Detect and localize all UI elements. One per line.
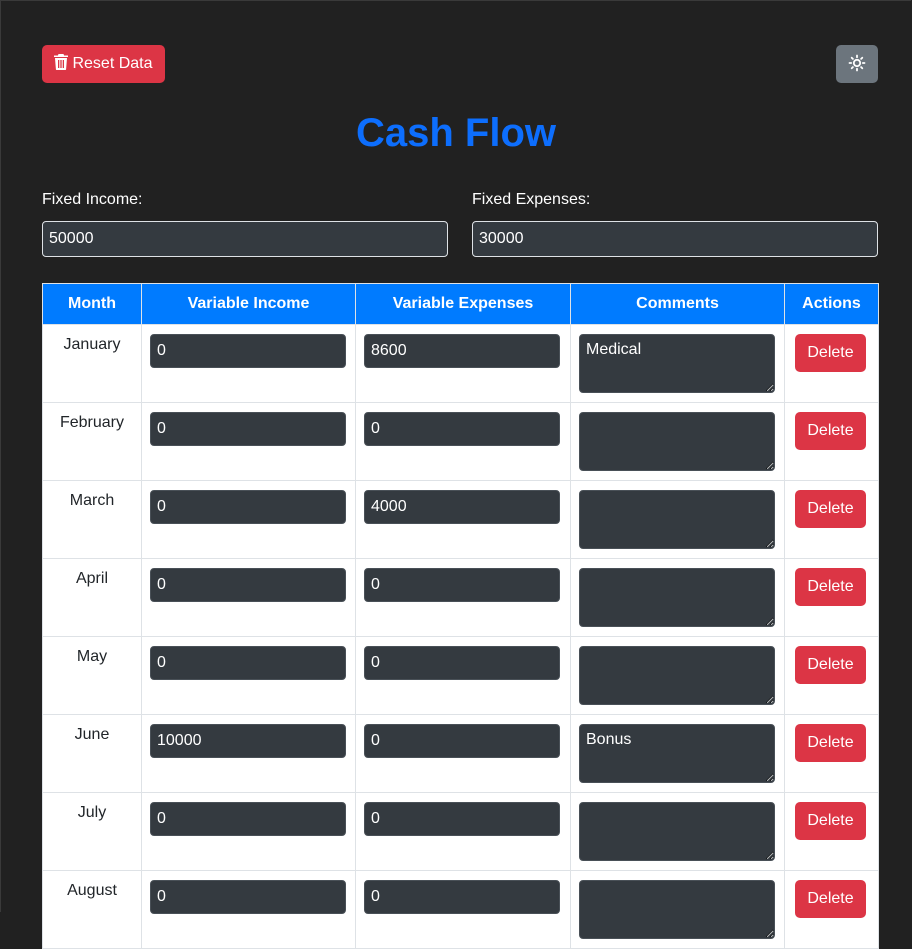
actions-cell: Delete [784,480,879,559]
variable-income-cell [141,870,356,949]
comments-textarea[interactable] [579,880,775,939]
actions-cell: Delete [784,636,879,715]
variable-expenses-input[interactable] [364,490,560,524]
variable-income-input[interactable] [150,724,346,758]
delete-button[interactable]: Delete [795,880,866,918]
table-header-row: Month Variable Income Variable Expenses … [42,283,879,325]
table-row: July Delete [42,792,879,871]
variable-expenses-cell [355,870,571,949]
delete-button[interactable]: Delete [795,646,866,684]
delete-button[interactable]: Delete [795,802,866,840]
delete-button[interactable]: Delete [795,490,866,528]
variable-income-input[interactable] [150,880,346,914]
comments-textarea[interactable]: Medical [579,334,775,393]
actions-cell: Delete [784,870,879,949]
variable-expenses-cell [355,714,571,793]
delete-button[interactable]: Delete [795,724,866,762]
table-row: January Medical Delete [42,324,879,403]
variable-expenses-input[interactable] [364,802,560,836]
table-row: April Delete [42,558,879,637]
variable-expenses-input[interactable] [364,724,560,758]
variable-expenses-input[interactable] [364,880,560,914]
comments-cell: Medical [570,324,785,403]
fixed-expenses-label: Fixed Expenses: [472,191,591,208]
trash-icon [54,53,69,75]
table-row: June Bonus Delete [42,714,879,793]
comments-textarea[interactable] [579,568,775,627]
variable-income-cell [141,636,356,715]
table-row: March Delete [42,480,879,559]
actions-cell: Delete [784,792,879,871]
table-row: February Delete [42,402,879,481]
theme-toggle-button[interactable] [836,45,878,83]
variable-income-input[interactable] [150,334,346,368]
fixed-income-input[interactable] [42,221,448,257]
variable-expenses-cell [355,324,571,403]
variable-expenses-cell [355,402,571,481]
variable-expenses-cell [355,792,571,871]
variable-income-cell [141,714,356,793]
month-cell: January [42,324,142,403]
table-row: May Delete [42,636,879,715]
variable-income-input[interactable] [150,490,346,524]
comments-textarea[interactable] [579,646,775,705]
month-cell: April [42,558,142,637]
variable-expenses-input[interactable] [364,412,560,446]
variable-expenses-input[interactable] [364,334,560,368]
comments-textarea[interactable]: Bonus [579,724,775,783]
variable-income-cell [141,402,356,481]
comments-cell: Bonus [570,714,785,793]
month-cell: May [42,636,142,715]
comments-cell [570,480,785,559]
variable-expenses-cell [355,558,571,637]
variable-expenses-cell [355,636,571,715]
comments-cell [570,870,785,949]
reset-data-button[interactable]: Reset Data [42,45,165,83]
cash-flow-table: Month Variable Income Variable Expenses … [42,283,879,949]
column-header-month: Month [42,283,142,325]
comments-textarea[interactable] [579,802,775,861]
actions-cell: Delete [784,558,879,637]
month-cell: July [42,792,142,871]
column-header-comments: Comments [570,283,785,325]
delete-button[interactable]: Delete [795,568,866,606]
actions-cell: Delete [784,402,879,481]
comments-cell [570,636,785,715]
variable-income-cell [141,792,356,871]
variable-expenses-cell [355,480,571,559]
variable-income-input[interactable] [150,568,346,602]
actions-cell: Delete [784,324,879,403]
comments-cell [570,402,785,481]
variable-income-input[interactable] [150,802,346,836]
variable-expenses-input[interactable] [364,568,560,602]
variable-income-cell [141,324,356,403]
month-cell: August [42,870,142,949]
delete-button[interactable]: Delete [795,412,866,450]
table-row: August Delete [42,870,879,949]
comments-textarea[interactable] [579,490,775,549]
month-cell: February [42,402,142,481]
variable-income-input[interactable] [150,412,346,446]
sun-icon [848,54,866,75]
reset-data-label: Reset Data [72,55,153,72]
column-header-variable-income: Variable Income [141,283,356,325]
variable-income-cell [141,558,356,637]
column-header-actions: Actions [784,283,879,325]
comments-cell [570,792,785,871]
variable-income-input[interactable] [150,646,346,680]
page-title: Cash Flow [355,111,557,155]
column-header-variable-expenses: Variable Expenses [355,283,571,325]
month-cell: March [42,480,142,559]
comments-textarea[interactable] [579,412,775,471]
comments-cell [570,558,785,637]
variable-income-cell [141,480,356,559]
delete-button[interactable]: Delete [795,334,866,372]
fixed-income-label: Fixed Income: [42,191,143,208]
actions-cell: Delete [784,714,879,793]
fixed-expenses-input[interactable] [472,221,878,257]
month-cell: June [42,714,142,793]
variable-expenses-input[interactable] [364,646,560,680]
